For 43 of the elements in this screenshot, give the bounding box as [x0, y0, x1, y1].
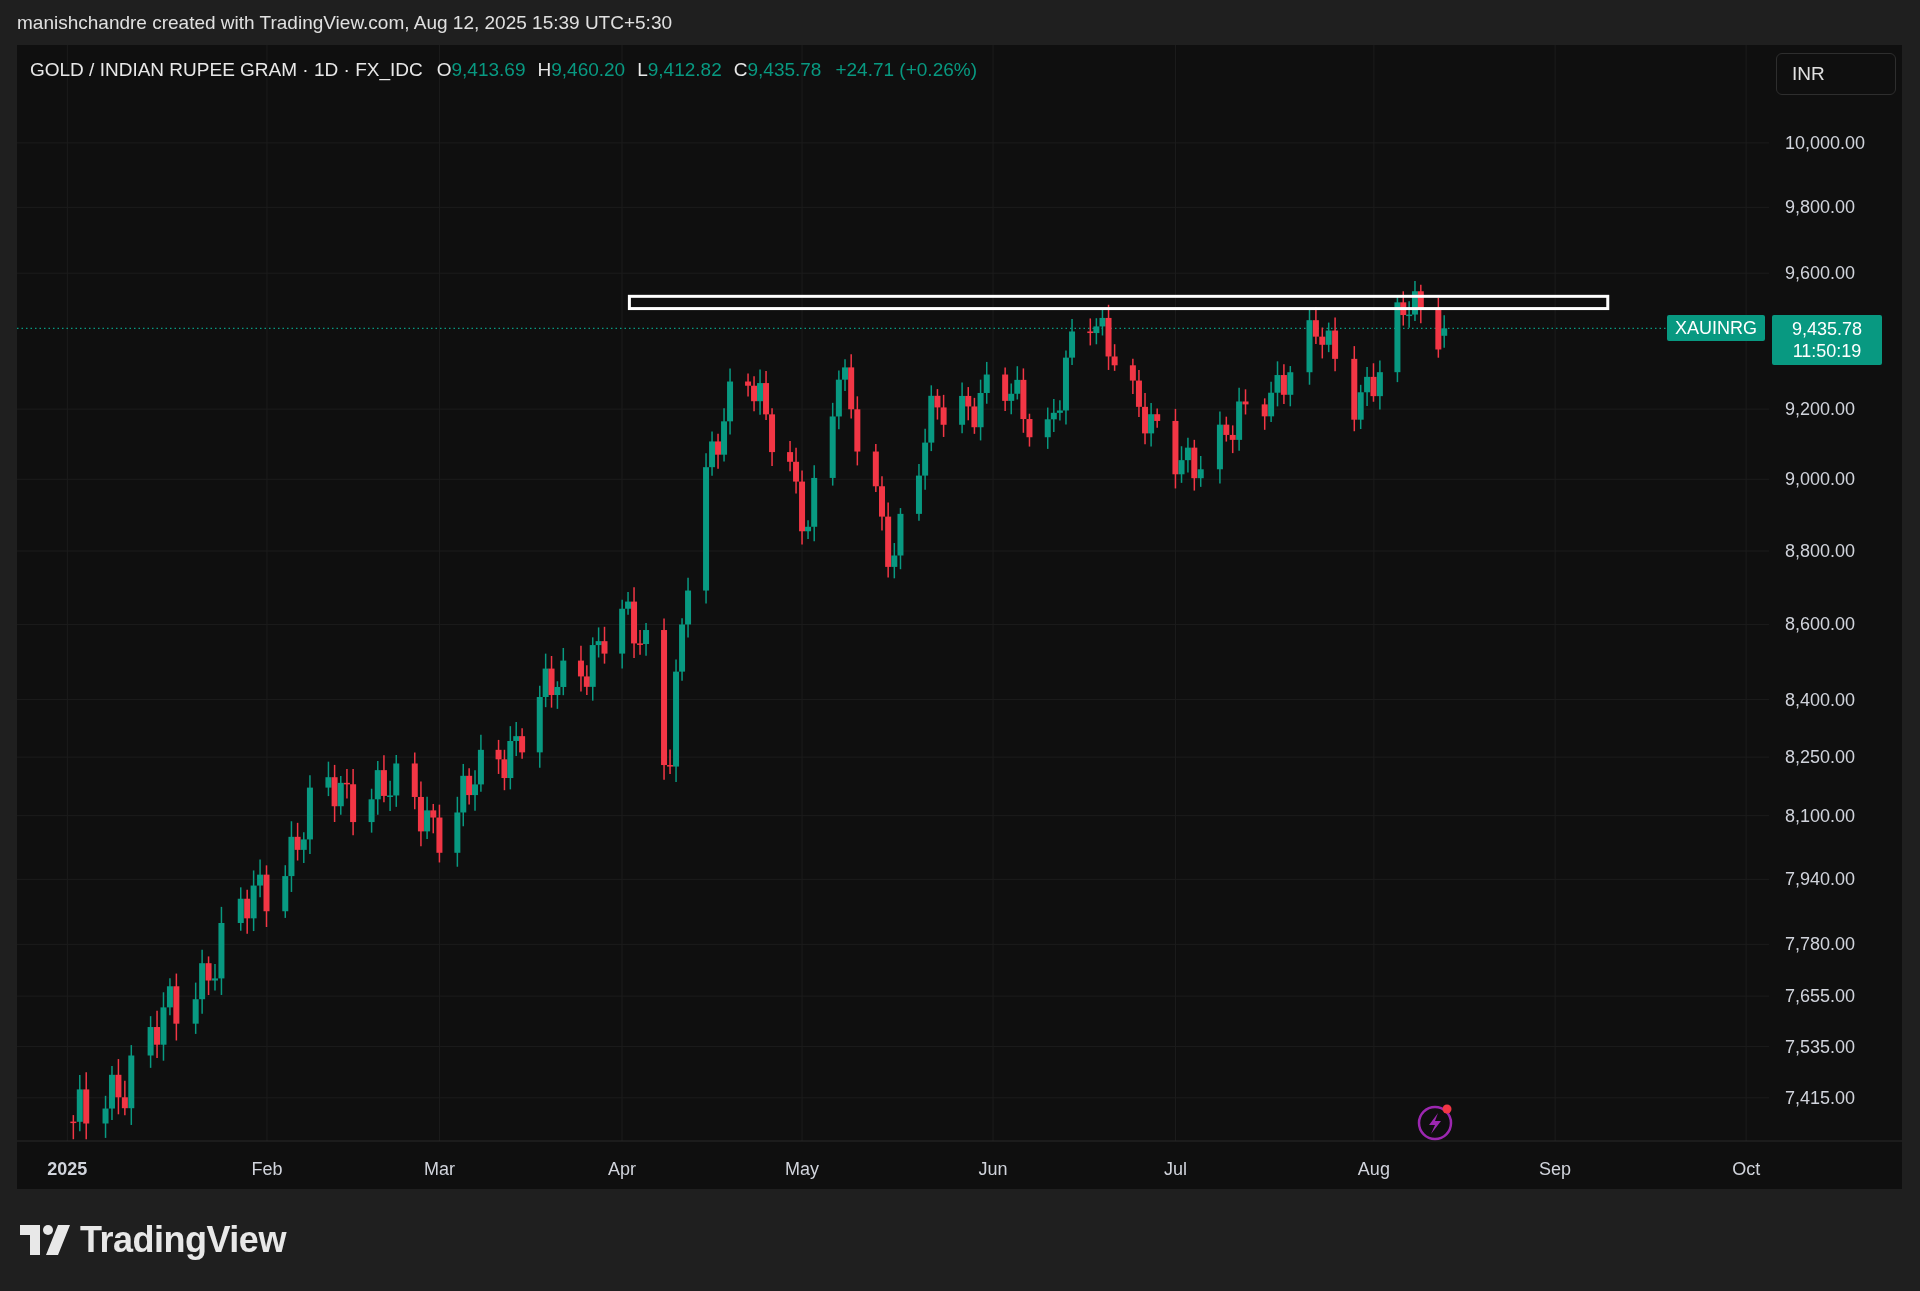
- ohlc-label: H: [537, 59, 552, 81]
- price-axis-label: 7,415.00: [1785, 1087, 1856, 1108]
- price-axis-label: 10,000.00: [1785, 132, 1866, 153]
- time-axis-label: Sep: [1539, 1159, 1572, 1179]
- currency-button[interactable]: INR: [1776, 53, 1896, 95]
- price-axis-label: 9,600.00: [1785, 263, 1856, 284]
- price-axis-label: 8,400.00: [1785, 689, 1856, 710]
- time-axis-label: 2025: [47, 1159, 88, 1179]
- time-axis-label: Apr: [608, 1159, 637, 1179]
- symbol-tag: XAUINRG: [1667, 315, 1765, 342]
- lightning-icon[interactable]: [1417, 1104, 1453, 1141]
- price-axis-label: 8,100.00: [1785, 805, 1856, 826]
- price-axis-label: 7,940.00: [1785, 869, 1856, 890]
- price-axis-label: 7,535.00: [1785, 1036, 1856, 1057]
- ohlc-value: 9,412.82: [647, 59, 722, 81]
- price-axis-label: 9,000.00: [1785, 469, 1856, 490]
- price-axis-label: 7,780.00: [1785, 934, 1856, 955]
- price-axis-label: 7,655.00: [1785, 986, 1856, 1007]
- tradingview-logo-icon: [20, 1225, 72, 1255]
- attribution-text: manishchandre created with TradingView.com, Aug 12, 2025 15:39 UTC+5:30: [17, 11, 673, 34]
- price-axis-label: 8,600.00: [1785, 614, 1856, 635]
- tradingview-logo-text: TradingView: [80, 1219, 286, 1261]
- time-axis-label: Jul: [1164, 1159, 1188, 1179]
- ohlc-label: C: [733, 59, 748, 81]
- price-axis-label: 8,800.00: [1785, 541, 1856, 562]
- symbol-title: GOLD / INDIAN RUPEE GRAM · 1D · FX_IDC: [30, 59, 423, 81]
- bar-countdown: 11:50:19: [1792, 340, 1862, 363]
- time-axis-label: Jun: [978, 1159, 1008, 1179]
- time-axis-label: Aug: [1357, 1159, 1390, 1179]
- price-axis-label: 9,200.00: [1785, 399, 1856, 420]
- time-axis-label: Feb: [251, 1159, 283, 1179]
- time-axis-label: Mar: [424, 1159, 456, 1179]
- price-axis-label: 8,250.00: [1785, 747, 1856, 768]
- last-price-value: 9,435.78: [1791, 318, 1863, 341]
- ohlc-label: L: [637, 59, 648, 81]
- ohlc-value: 9,413.69: [451, 59, 526, 81]
- ohlc-value: 9,435.78: [747, 59, 822, 81]
- time-axis-label: May: [785, 1159, 820, 1179]
- price-axis-label: 9,800.00: [1785, 197, 1856, 218]
- price-change: +24.71 (+0.26%): [835, 59, 977, 81]
- time-axis-label: Oct: [1732, 1159, 1761, 1179]
- ohlc-label: O: [436, 59, 452, 81]
- ohlc-value: 9,460.20: [551, 59, 626, 81]
